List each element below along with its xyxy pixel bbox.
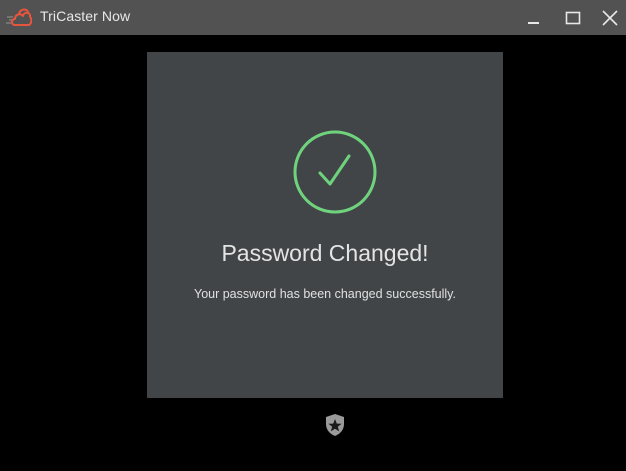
shield-star-icon	[326, 414, 344, 436]
window-title: TriCaster Now	[40, 8, 131, 24]
maximize-icon	[565, 11, 581, 24]
check-circle-icon	[293, 130, 377, 214]
dialog-message: Your password has been changed successfu…	[194, 287, 456, 301]
title-bar[interactable]: TriCaster Now	[0, 0, 626, 35]
minimize-icon	[528, 21, 539, 24]
close-button[interactable]	[592, 0, 626, 35]
maximize-button[interactable]	[555, 0, 591, 35]
password-changed-card: Password Changed! Your password has been…	[147, 52, 503, 398]
close-icon	[602, 9, 618, 26]
dialog-title: Password Changed!	[221, 240, 429, 266]
minimize-button[interactable]	[516, 0, 552, 35]
cloud-logo-icon	[6, 8, 32, 26]
app-window: TriCaster Now Password Changed! Your pas…	[0, 0, 626, 471]
